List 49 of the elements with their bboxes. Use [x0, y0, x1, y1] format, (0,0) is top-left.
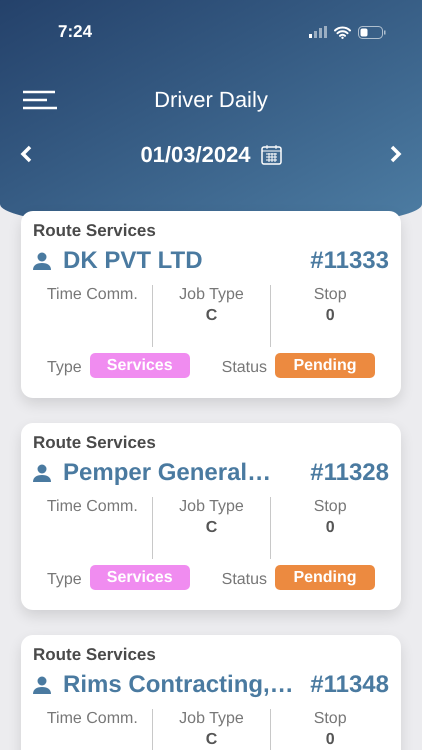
- job-card[interactable]: Route Services DK PVT LTD #11333 Time Comm. Job Type C Stop 0 Type Services Status Pending: [21, 211, 401, 398]
- job-number: #11328: [310, 458, 389, 488]
- tag-label: Status: [222, 570, 267, 590]
- job-category: Route Services: [33, 433, 156, 453]
- field-label: Time Comm.: [46, 709, 138, 729]
- person-icon: [33, 464, 51, 482]
- customer-name: Rims Contracting,…: [63, 670, 294, 700]
- field-value: C: [206, 732, 218, 748]
- tag-label: Status: [222, 358, 267, 378]
- screen-title: Driver Daily: [154, 86, 268, 114]
- field-label: Time Comm.: [46, 285, 138, 305]
- field-label: Stop: [314, 285, 347, 305]
- chevron-right-icon: [390, 145, 402, 163]
- status-badge: Pending: [275, 353, 375, 378]
- type-badge: Services: [90, 565, 190, 590]
- customer-name: DK PVT LTD: [63, 246, 203, 276]
- signal-icon: [309, 26, 327, 38]
- job-number: #11333: [310, 246, 389, 276]
- menu-icon: [22, 90, 58, 110]
- tag-label: Type: [47, 358, 82, 378]
- job-card[interactable]: Route Services Rims Contracting,… #11348 Time Comm. Job Type C Stop 0: [21, 635, 401, 750]
- tag-label: Type: [47, 570, 82, 590]
- person-icon: [33, 252, 51, 270]
- job-category: Route Services: [33, 221, 156, 241]
- field-value: 0: [326, 732, 335, 748]
- job-card[interactable]: Route Services Pemper General… #11328 Time Comm. Job Type C Stop 0 Type Services Status Pending: [21, 423, 401, 610]
- customer-name: Pemper General…: [63, 458, 272, 488]
- person-icon: [33, 676, 51, 694]
- menu-button[interactable]: [22, 90, 58, 110]
- battery-icon: [358, 26, 386, 38]
- calendar-icon[interactable]: [260, 144, 282, 164]
- status-badge: Pending: [275, 565, 375, 590]
- job-number: #11348: [310, 670, 389, 700]
- field-label: Stop: [314, 709, 347, 729]
- wifi-icon: [334, 26, 351, 38]
- field-label: Job Type: [179, 709, 244, 729]
- date-label: 01/03/2024: [140, 140, 251, 168]
- field-label: Job Type: [179, 285, 244, 305]
- type-badge: Services: [90, 353, 190, 378]
- field-label: Stop: [314, 497, 347, 517]
- field-value: C: [206, 308, 218, 324]
- field-value: C: [206, 520, 218, 536]
- field-label: Job Type: [179, 497, 244, 517]
- field-label: Time Comm.: [46, 497, 138, 517]
- job-category: Route Services: [33, 645, 156, 665]
- field-value: 0: [326, 308, 335, 324]
- status-time: 7:24: [58, 21, 92, 44]
- field-value: 0: [326, 520, 335, 536]
- chevron-left-icon: [20, 145, 32, 163]
